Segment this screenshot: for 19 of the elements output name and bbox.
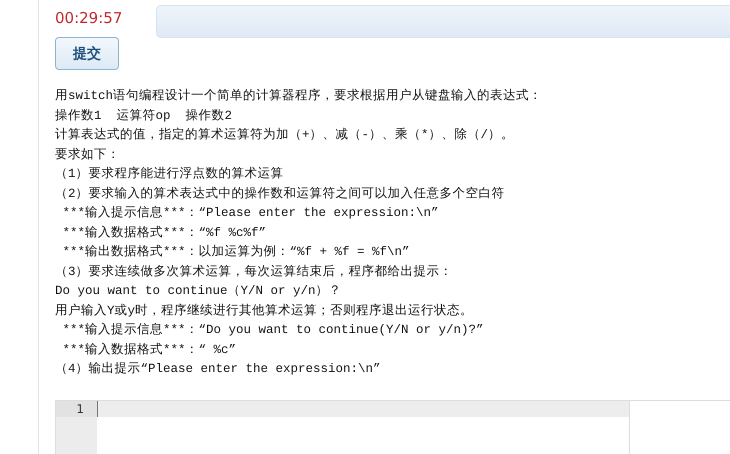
description-line: Do you want to continue（Y/N or y/n）？ <box>55 283 343 300</box>
description-line: （1）要求程序能进行浮点数的算术运算 <box>55 166 285 183</box>
description-line: 要求如下： <box>55 146 121 164</box>
submit-button[interactable]: 提交 <box>55 37 119 70</box>
description-line: ***输出数据格式***：以加运算为例：“%f + %f = %f\n” <box>62 244 411 261</box>
description-line: 用switch语句编程设计一个简单的计算器程序，要求根据用户从键盘输入的表达式： <box>55 88 544 105</box>
code-editor[interactable]: 1 <box>55 400 730 454</box>
line-number: 1 <box>56 400 97 416</box>
description-line: 操作数1 运算符op 操作数2 <box>55 108 234 124</box>
description-line: 用户输入Y或y时，程序继续进行其他算术运算；否则程序退出运行状态。 <box>55 302 474 320</box>
description-line: （2）要求输入的算术表达式中的操作数和运算符之间可以加入任意多个空白符 <box>55 186 506 202</box>
description-line: ***输入提示信息***：“Please enter the expression:\n” <box>62 204 440 222</box>
description-line: （3）要求连续做多次算术运算，每次运算结束后，程序都给出提示： <box>55 264 454 280</box>
timer: 00:29:57 <box>55 8 124 29</box>
description-line: ***输入数据格式***：“ %c” <box>62 342 238 358</box>
description-line: ***输入数据格式***：“%f %c%f” <box>62 224 268 242</box>
description-line: ***输入提示信息***：“Do you want to continue(Y/N or y/n)?” <box>62 322 485 339</box>
description-line: （4）输出提示“Please enter the expression:\n” <box>55 360 382 378</box>
description-line: 计算表达式的值，指定的算术运算符为加（+）、减（-）、乘（*）、除（/）。 <box>55 126 516 144</box>
